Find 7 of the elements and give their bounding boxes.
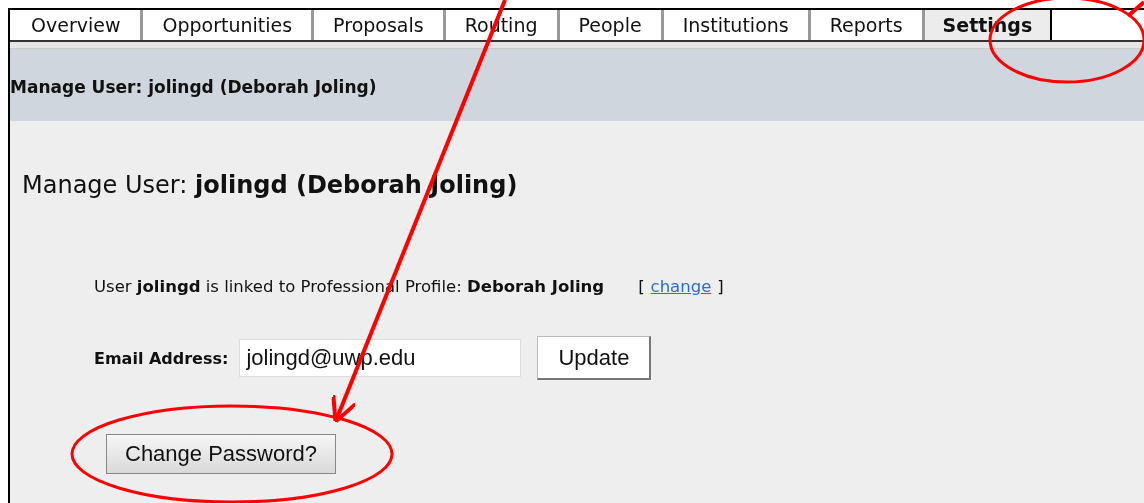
bracket-text: ] — [717, 277, 724, 296]
change-password-button[interactable]: Change Password? — [106, 434, 336, 474]
email-label: Email Address: — [94, 348, 229, 368]
bracket-text: [ — [638, 277, 645, 296]
update-button[interactable]: Update — [537, 336, 652, 380]
change-link[interactable]: change — [650, 277, 712, 296]
page-title: Manage User: jolingd (Deborah Joling) — [10, 77, 377, 97]
